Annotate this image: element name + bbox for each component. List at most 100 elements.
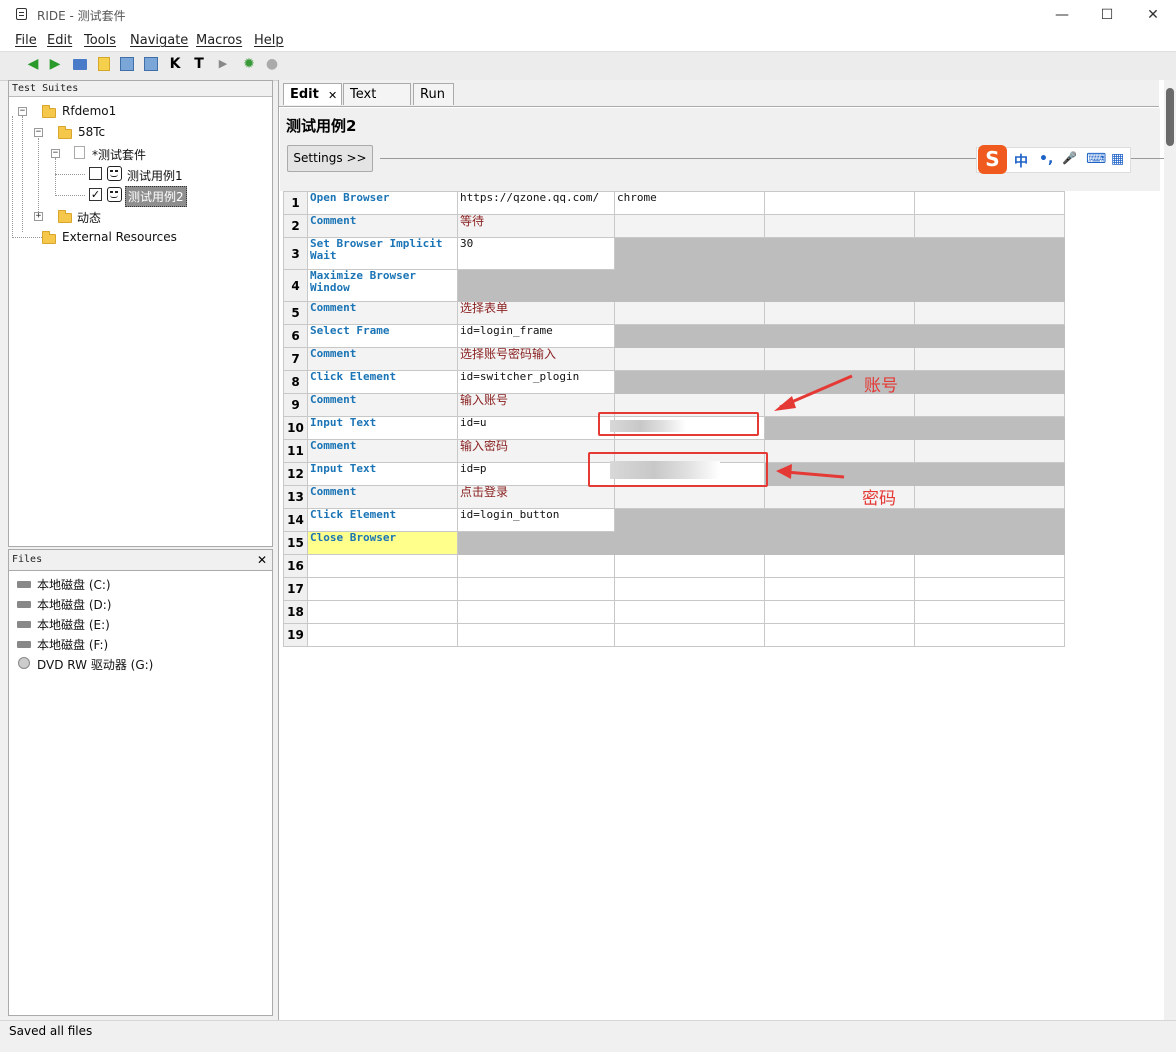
- tree-node-testcase1[interactable]: 测试用例1: [127, 167, 183, 184]
- file-item[interactable]: 本地磁盘 (F:): [37, 636, 108, 653]
- grid-cell[interactable]: [914, 301, 1065, 325]
- row-number[interactable]: 1: [283, 191, 308, 215]
- file-item[interactable]: 本地磁盘 (C:): [37, 576, 111, 593]
- grid-cell[interactable]: [914, 214, 1065, 238]
- grid-cell[interactable]: [614, 554, 765, 578]
- ime-language[interactable]: 中: [1014, 151, 1028, 171]
- argument-cell[interactable]: 等待: [457, 214, 615, 238]
- row-number[interactable]: 7: [283, 347, 308, 371]
- tab-edit[interactable]: Edit ✕: [283, 83, 342, 105]
- argument-cell[interactable]: id=u: [457, 416, 615, 440]
- keyword-cell[interactable]: Set Browser Implicit Wait: [307, 237, 458, 270]
- grid-cell[interactable]: [914, 577, 1065, 601]
- keyword-cell[interactable]: Comment: [307, 439, 458, 463]
- keyword-cell[interactable]: Open Browser: [307, 191, 458, 215]
- stop-icon[interactable]: ●: [263, 55, 281, 73]
- grid-cell[interactable]: [614, 214, 765, 238]
- keyword-cell[interactable]: Click Element: [307, 508, 458, 532]
- tab-text-edit[interactable]: Text Edit: [343, 83, 411, 123]
- grid-cell[interactable]: [307, 577, 458, 601]
- disabled-cell[interactable]: [914, 370, 1065, 394]
- row-number[interactable]: 3: [283, 237, 308, 270]
- grid-cell[interactable]: [614, 600, 765, 624]
- disabled-cell[interactable]: [914, 462, 1065, 486]
- row-number[interactable]: 2: [283, 214, 308, 238]
- disabled-cell[interactable]: [614, 237, 765, 270]
- keyword-cell[interactable]: Comment: [307, 485, 458, 509]
- disabled-cell[interactable]: [614, 324, 765, 348]
- test-search-icon[interactable]: T: [190, 55, 208, 73]
- save-all-icon[interactable]: [142, 55, 160, 73]
- row-number[interactable]: 18: [283, 600, 308, 624]
- test-case-checkbox[interactable]: ✓: [89, 188, 102, 201]
- grid-cell[interactable]: [914, 600, 1065, 624]
- grid-cell[interactable]: [764, 347, 915, 371]
- argument-cell[interactable]: 选择表单: [457, 301, 615, 325]
- tree-node-testcase2[interactable]: 测试用例2: [125, 186, 187, 207]
- grid-cell[interactable]: [914, 347, 1065, 371]
- keyword-cell[interactable]: Input Text: [307, 462, 458, 486]
- row-number[interactable]: 11: [283, 439, 308, 463]
- disabled-cell[interactable]: [614, 531, 765, 555]
- maximize-button[interactable]: ☐: [1084, 2, 1130, 28]
- minimize-button[interactable]: —: [1039, 2, 1085, 28]
- grid-cell[interactable]: [764, 214, 915, 238]
- menu-help[interactable]: Help: [254, 33, 284, 48]
- scrollbar-thumb[interactable]: [1166, 88, 1174, 146]
- row-number[interactable]: 9: [283, 393, 308, 417]
- tree-node-suite[interactable]: *测试套件: [92, 146, 146, 163]
- ime-menu-icon[interactable]: ▦: [1111, 151, 1124, 167]
- menu-navigate[interactable]: Navigate: [130, 33, 188, 48]
- row-number[interactable]: 17: [283, 577, 308, 601]
- disabled-cell[interactable]: [764, 508, 915, 532]
- argument-cell[interactable]: 点击登录: [457, 485, 615, 509]
- grid-cell[interactable]: [457, 577, 615, 601]
- row-number[interactable]: 12: [283, 462, 308, 486]
- row-number[interactable]: 5: [283, 301, 308, 325]
- grid-cell[interactable]: [764, 439, 915, 463]
- disabled-cell[interactable]: [614, 508, 765, 532]
- grid-cell[interactable]: [914, 623, 1065, 647]
- tree-node-dongtai[interactable]: 动态: [77, 209, 101, 226]
- back-icon[interactable]: ◀: [24, 55, 42, 73]
- grid-cell[interactable]: [914, 485, 1065, 509]
- row-number[interactable]: 15: [283, 531, 308, 555]
- expander[interactable]: −: [34, 128, 43, 137]
- disabled-cell[interactable]: [914, 269, 1065, 302]
- row-number[interactable]: 19: [283, 623, 308, 647]
- tree-node-external-resources[interactable]: External Resources: [62, 230, 177, 244]
- grid-cell[interactable]: [614, 623, 765, 647]
- grid-cell[interactable]: [764, 623, 915, 647]
- grid-cell[interactable]: [614, 301, 765, 325]
- folder-icon[interactable]: [95, 55, 113, 73]
- settings-button[interactable]: Settings >>: [287, 145, 373, 172]
- disabled-cell[interactable]: [457, 531, 615, 555]
- menu-macros[interactable]: Macros: [196, 33, 242, 48]
- close-button[interactable]: ✕: [1130, 2, 1176, 28]
- row-number[interactable]: 14: [283, 508, 308, 532]
- argument-cell[interactable]: chrome: [614, 191, 765, 215]
- disabled-cell[interactable]: [764, 531, 915, 555]
- grid-cell[interactable]: [764, 554, 915, 578]
- grid-cell[interactable]: [457, 623, 615, 647]
- argument-cell[interactable]: id=login_button: [457, 508, 615, 532]
- open-icon[interactable]: [71, 55, 89, 73]
- grid-cell[interactable]: [307, 554, 458, 578]
- row-number[interactable]: 13: [283, 485, 308, 509]
- tab-close-icon[interactable]: ✕: [328, 85, 337, 106]
- grid-cell[interactable]: [764, 191, 915, 215]
- argument-cell[interactable]: https://qzone.qq.com/: [457, 191, 615, 215]
- grid-cell[interactable]: [914, 393, 1065, 417]
- test-case-checkbox[interactable]: [89, 167, 102, 180]
- disabled-cell[interactable]: [914, 324, 1065, 348]
- grid-cell[interactable]: [764, 600, 915, 624]
- argument-cell[interactable]: 30: [457, 237, 615, 270]
- keyword-cell[interactable]: Close Browser: [307, 531, 458, 555]
- grid-cell[interactable]: [614, 577, 765, 601]
- grid-cell[interactable]: [457, 600, 615, 624]
- grid-cell[interactable]: [307, 600, 458, 624]
- sogou-logo-icon[interactable]: S: [978, 145, 1007, 174]
- keyword-cell[interactable]: Comment: [307, 214, 458, 238]
- expander[interactable]: −: [18, 107, 27, 116]
- keyword-cell[interactable]: Comment: [307, 301, 458, 325]
